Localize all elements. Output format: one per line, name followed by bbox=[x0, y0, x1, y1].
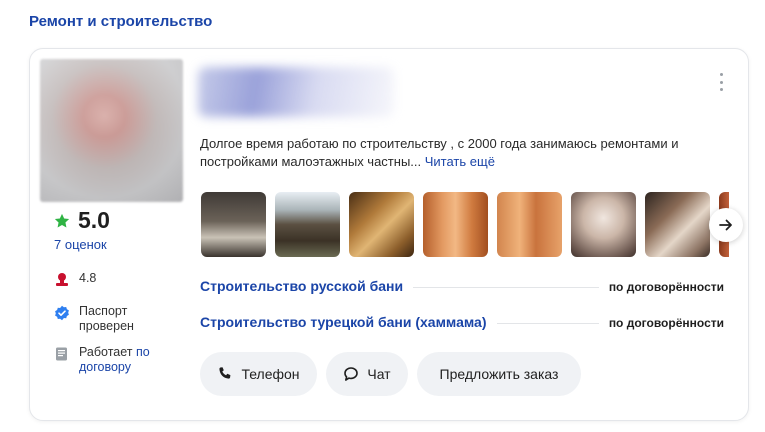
phone-button[interactable]: Телефон bbox=[200, 352, 317, 396]
contract-text: Работает по договору bbox=[79, 345, 150, 375]
photo-gallery bbox=[201, 192, 729, 257]
read-more-link[interactable]: Читать ещё bbox=[425, 154, 495, 169]
arrow-right-icon bbox=[719, 219, 732, 231]
section-title[interactable]: Ремонт и строительство bbox=[29, 13, 212, 30]
service-row: Строительство русской бани по договорённ… bbox=[200, 278, 724, 294]
contract-item: Работает по договору bbox=[54, 345, 150, 375]
score-value: 4.8 bbox=[79, 271, 97, 285]
passport-item: Паспорт проверен bbox=[54, 304, 134, 334]
specialist-name-blurred[interactable] bbox=[198, 67, 394, 117]
gallery-photo[interactable] bbox=[645, 192, 710, 257]
gallery-photo[interactable] bbox=[571, 192, 636, 257]
contract-link-part-1[interactable]: по bbox=[136, 345, 150, 359]
service-row: Строительство турецкой бани (хаммама) по… bbox=[200, 314, 724, 330]
document-icon bbox=[56, 347, 67, 361]
gallery-photo[interactable] bbox=[497, 192, 562, 257]
specialist-card: 5.0 7 оценок 4.8 Паспорт проверен Работа… bbox=[29, 48, 749, 421]
phone-button-label: Телефон bbox=[241, 366, 300, 382]
verified-check-icon bbox=[55, 305, 69, 321]
gallery-photo[interactable] bbox=[349, 192, 414, 257]
gallery-photo[interactable] bbox=[275, 192, 340, 257]
passport-status: Паспорт проверен bbox=[79, 304, 134, 334]
service-price: по договорённости bbox=[608, 280, 724, 294]
service-divider bbox=[496, 323, 599, 324]
service-name[interactable]: Строительство турецкой бани (хаммама) bbox=[200, 314, 487, 330]
propose-order-button[interactable]: Предложить заказ bbox=[417, 352, 581, 396]
propose-order-label: Предложить заказ bbox=[439, 366, 559, 382]
passport-line-2: проверен bbox=[79, 319, 134, 333]
description: Долгое время работаю по строительству , … bbox=[200, 135, 700, 171]
chat-bubble-icon bbox=[344, 367, 359, 381]
contract-link-part-2[interactable]: договору bbox=[79, 360, 131, 374]
phone-icon bbox=[219, 367, 231, 379]
passport-line-1: Паспорт bbox=[79, 304, 128, 318]
kebab-menu-icon[interactable] bbox=[716, 73, 726, 91]
chat-button[interactable]: Чат bbox=[326, 352, 408, 396]
reviews-link[interactable]: 7 оценок bbox=[54, 237, 107, 252]
gallery-photo[interactable] bbox=[201, 192, 266, 257]
rating-row: 5.0 bbox=[53, 207, 110, 234]
star-icon bbox=[54, 213, 70, 227]
gallery-photo[interactable] bbox=[423, 192, 488, 257]
service-divider bbox=[413, 287, 599, 288]
avatar[interactable] bbox=[40, 59, 183, 202]
contract-prefix: Работает bbox=[79, 345, 133, 359]
gallery-next-button[interactable] bbox=[709, 208, 743, 242]
chat-button-label: Чат bbox=[367, 366, 391, 382]
score-item: 4.8 bbox=[54, 271, 96, 288]
service-price: по договорённости bbox=[608, 316, 724, 330]
service-name[interactable]: Строительство русской бани bbox=[200, 278, 403, 294]
action-buttons: Телефон Чат Предложить заказ bbox=[200, 352, 581, 396]
medal-icon bbox=[56, 273, 68, 286]
rating-value: 5.0 bbox=[78, 207, 110, 233]
